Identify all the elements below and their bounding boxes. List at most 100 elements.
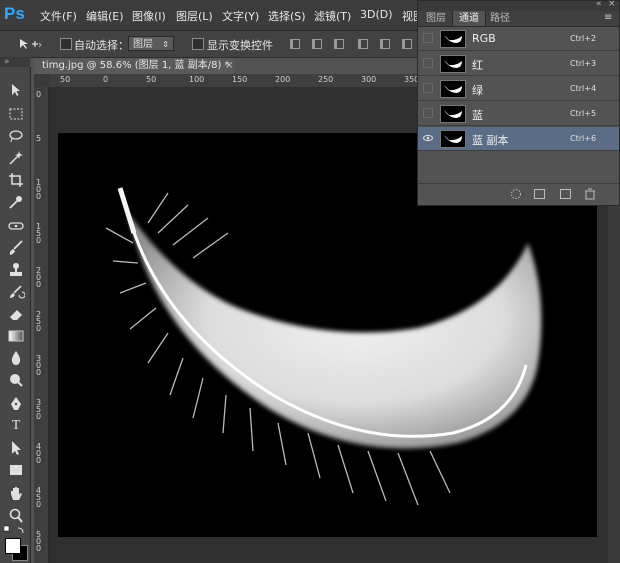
ruler-tick-label: 100 [36, 178, 42, 201]
ruler-tick-label: 400 [36, 442, 42, 465]
ruler-tick-label: 300 [36, 354, 42, 377]
channels-panel: « × 图层 通道 路径 ≡ RGB Ctrl+2 红 Ctrl+3 绿 Ctr… [417, 0, 620, 206]
move-tool-preset-icon[interactable] [18, 37, 42, 51]
auto-select-label: 自动选择： [74, 39, 129, 52]
ruler-origin[interactable] [34, 74, 50, 87]
channel-row-blue[interactable]: 蓝 Ctrl+5 [418, 102, 619, 126]
channel-thumbnail [440, 55, 466, 73]
channel-thumbnail [440, 105, 466, 123]
gradient-icon[interactable] [7, 327, 25, 345]
align-right-icon[interactable] [402, 39, 412, 49]
menu-3d[interactable]: 3D(D) [360, 8, 393, 21]
zoom-icon[interactable] [7, 507, 25, 525]
align-left-icon[interactable] [358, 39, 368, 49]
channel-name: 蓝 [472, 109, 483, 122]
align-vcenter-icon[interactable] [312, 39, 322, 49]
load-selection-icon[interactable] [510, 188, 522, 200]
visibility-toggle[interactable] [423, 33, 433, 43]
channel-thumbnail [440, 80, 466, 98]
foreground-color-swatch-front[interactable] [5, 538, 21, 554]
trash-icon[interactable] [584, 188, 596, 200]
auto-select-checkbox[interactable] [60, 38, 72, 50]
ruler-tick-label: 0 [103, 75, 109, 84]
history-brush-icon[interactable] [7, 283, 26, 301]
brush-icon[interactable] [7, 239, 25, 257]
marquee-icon[interactable] [7, 105, 25, 123]
photoshop-logo: Ps [4, 4, 25, 23]
tool-bar: T [0, 67, 31, 563]
crop-icon[interactable] [7, 171, 25, 189]
type-icon[interactable]: T [7, 417, 25, 435]
menu-select[interactable]: 选择(S) [268, 8, 306, 24]
channel-name: 蓝 副本 [472, 134, 509, 147]
menu-image[interactable]: 图像(I) [132, 8, 166, 24]
pen-icon[interactable] [7, 395, 25, 413]
channel-row-blue-copy[interactable]: 蓝 副本 Ctrl+6 [418, 127, 619, 151]
ruler-tick-label: 50 [60, 75, 71, 84]
menu-filter[interactable]: 滤镜(T) [314, 8, 351, 24]
healing-brush-icon[interactable] [7, 217, 25, 235]
align-bottom-icon[interactable] [334, 39, 344, 49]
panel-menu-icon[interactable]: ≡ [604, 12, 612, 23]
menu-type[interactable]: 文字(Y) [222, 8, 259, 24]
panel-header: « × [418, 0, 619, 11]
menu-file[interactable]: 文件(F) [40, 8, 77, 24]
channel-row-rgb[interactable]: RGB Ctrl+2 [418, 27, 619, 51]
channel-shortcut: Ctrl+5 [570, 109, 597, 118]
channel-shortcut: Ctrl+4 [570, 84, 597, 93]
visibility-toggle[interactable] [423, 58, 433, 68]
tab-paths[interactable]: 路径 [484, 11, 516, 26]
shape-icon[interactable] [7, 461, 25, 479]
panel-tabs: 图层 通道 路径 ≡ [418, 11, 619, 27]
eye-icon[interactable] [423, 133, 433, 143]
show-transform-checkbox[interactable] [192, 38, 204, 50]
new-channel-icon[interactable] [560, 189, 571, 199]
channel-shortcut: Ctrl+6 [570, 134, 597, 143]
path-selection-icon[interactable] [7, 439, 25, 457]
lasso-icon[interactable] [7, 127, 25, 145]
ruler-tick-label: 150 [36, 222, 42, 245]
save-selection-icon[interactable] [534, 189, 545, 199]
document-tab[interactable]: timg.jpg @ 58.6% (图层 1, 蓝 副本/8) * [34, 58, 234, 74]
vertical-scrollbar[interactable] [608, 206, 620, 563]
channel-name: 红 [472, 59, 483, 72]
show-transform-label: 显示变换控件 [207, 39, 273, 52]
magic-wand-icon[interactable] [7, 149, 25, 167]
ruler-tick-label: 250 [36, 310, 42, 333]
ruler-tick-label: 200 [275, 75, 291, 84]
panel-collapse-icon[interactable]: « [596, 0, 602, 9]
visibility-toggle[interactable] [423, 108, 433, 118]
channel-thumbnail [440, 30, 466, 48]
auto-select-value: 图层 [133, 39, 153, 50]
toolbar-collapse-button[interactable]: » [0, 57, 30, 67]
visibility-toggle[interactable] [423, 83, 433, 93]
menu-layer[interactable]: 图层(L) [176, 8, 213, 24]
panel-close-icon[interactable]: × [608, 0, 616, 9]
ruler-tick-label: 450 [36, 486, 42, 509]
eyedropper-icon[interactable] [7, 193, 25, 211]
ruler-tick-label: 350 [36, 398, 42, 421]
tab-layers[interactable]: 图层 [420, 11, 452, 26]
vertical-ruler[interactable]: 0 5 100 150 200 250 300 350 400 450 500 [34, 87, 49, 563]
tab-channels[interactable]: 通道 [452, 11, 486, 26]
channel-thumbnail [440, 130, 466, 148]
move-icon[interactable] [7, 81, 25, 99]
align-top-icon[interactable] [290, 39, 300, 49]
ruler-tick-label: 5 [36, 134, 42, 143]
channel-row-green[interactable]: 绿 Ctrl+4 [418, 77, 619, 101]
blur-icon[interactable] [7, 349, 25, 367]
close-icon[interactable]: × [225, 58, 235, 74]
eraser-icon[interactable] [7, 305, 25, 323]
ruler-tick-label: 200 [36, 266, 42, 289]
chevron-updown-icon: ⇕ [162, 40, 169, 49]
align-hcenter-icon[interactable] [380, 39, 390, 49]
swap-colors-icon[interactable] [4, 525, 28, 535]
channel-row-red[interactable]: 红 Ctrl+3 [418, 52, 619, 76]
hand-icon[interactable] [7, 485, 25, 503]
dodge-icon[interactable] [7, 371, 25, 389]
ruler-tick-label: 300 [361, 75, 377, 84]
ruler-tick-label: 0 [36, 90, 42, 99]
clone-stamp-icon[interactable] [7, 261, 25, 279]
menu-edit[interactable]: 编辑(E) [86, 8, 124, 24]
auto-select-dropdown[interactable]: 图层 ⇕ [128, 36, 174, 51]
